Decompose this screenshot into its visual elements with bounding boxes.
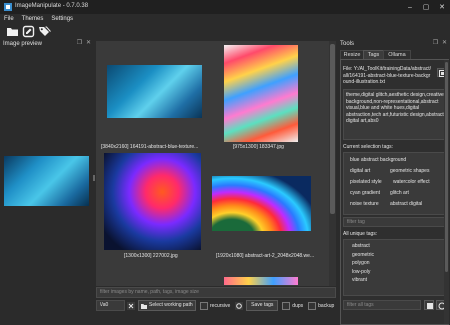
thumbnail-caption: [975x1300] 183347.jpg <box>233 144 284 150</box>
close-icon[interactable]: ✕ <box>85 40 92 47</box>
dups-label: dups <box>292 302 304 309</box>
tag-chip[interactable]: pixelated style <box>350 179 382 185</box>
all-tags-list[interactable]: abstract geometric polygon low-poly vibr… <box>343 239 448 296</box>
thumbnail-image[interactable] <box>107 65 202 118</box>
title-bar: ImageManipulate - 0.7.0.38 – ▢ ✕ <box>0 0 450 14</box>
thumbnail-image[interactable] <box>212 176 311 231</box>
select-working-path-button[interactable]: Select working path <box>138 300 196 311</box>
tag-chip[interactable]: geometric shapes <box>390 168 429 174</box>
tag-chip[interactable]: abstract digital <box>390 201 422 207</box>
save-tags-button[interactable]: Save tags <box>246 300 279 311</box>
panel-title: Image preview <box>3 41 43 47</box>
maximize-button[interactable]: ▢ <box>418 0 434 14</box>
close-button[interactable]: ✕ <box>434 0 450 14</box>
list-item[interactable]: vibrant <box>349 276 447 285</box>
folder-icon <box>141 303 147 309</box>
list-item[interactable]: low-poly <box>349 268 447 277</box>
tag-chip[interactable]: glitch art <box>390 190 409 196</box>
thumbnail-caption: [3840x2160] 164191-abstract-blue-texture… <box>101 144 199 150</box>
image-filter-input[interactable]: filter images by name, path, tags, image… <box>96 287 336 298</box>
menu-file[interactable]: File <box>4 16 14 22</box>
toolbar <box>0 23 450 40</box>
app-icon <box>4 3 12 11</box>
tag-chip[interactable]: blue abstract background <box>350 157 406 163</box>
file-path: File: Y:/AI_ToolKit/trainingData/abstrac… <box>343 66 432 85</box>
bottom-bar: \/a0 Select working path recursive Save … <box>96 300 336 311</box>
dups-checkbox[interactable] <box>282 301 291 310</box>
edit-icon[interactable] <box>22 25 35 38</box>
filter-all-tags-input[interactable]: filter all tags <box>343 300 421 310</box>
current-tags-label: Current selection tags: <box>343 144 394 150</box>
tag-chip[interactable]: noise texture <box>350 201 379 207</box>
minimize-button[interactable]: – <box>402 0 418 14</box>
float-icon[interactable]: ❐ <box>432 40 439 47</box>
thumbnail-image[interactable] <box>224 45 298 142</box>
menu-themes[interactable]: Themes <box>22 16 44 22</box>
float-icon[interactable]: ❐ <box>76 40 83 47</box>
add-icon <box>427 303 433 309</box>
filter-tag-input[interactable]: filter tag <box>343 217 448 227</box>
list-item[interactable]: geometric <box>349 251 447 260</box>
current-tags-list[interactable]: blue abstract background digital art geo… <box>343 152 448 215</box>
tag-chip[interactable]: watercolor effect <box>393 179 430 185</box>
path-field[interactable]: \/a0 <box>96 300 125 311</box>
tools-panel: Tools ❐ ✕ Resize Tags Ollama File: Y:/AI… <box>337 40 450 325</box>
image-gallery[interactable]: [3840x2160] 164191-abstract-blue-texture… <box>96 41 336 286</box>
tools-scrollbar[interactable] <box>444 60 449 324</box>
menu-settings[interactable]: Settings <box>51 16 73 22</box>
close-icon[interactable]: ✕ <box>441 40 448 47</box>
backup-label: backup <box>318 302 335 309</box>
splitter-handle[interactable] <box>93 175 95 181</box>
add-tag-button[interactable] <box>424 300 434 310</box>
refresh-icon[interactable] <box>235 301 244 310</box>
clear-path-icon[interactable] <box>127 301 135 310</box>
scrollbar-thumb[interactable] <box>330 44 335 214</box>
tags-tab-content: File: Y:/AI_ToolKit/trainingData/abstrac… <box>340 59 449 325</box>
tags-textarea[interactable]: theme,digital glitch,aesthetic design,cr… <box>343 89 448 140</box>
list-item[interactable]: abstract <box>349 242 447 251</box>
window-title: ImageManipulate - 0.7.0.38 <box>15 3 89 9</box>
all-tags-label: All unique tags: <box>343 231 378 237</box>
image-preview-panel: Image preview ❐ ✕ <box>0 40 93 325</box>
tags-icon[interactable] <box>38 25 51 38</box>
scrollbar-thumb[interactable] <box>445 62 448 272</box>
list-item[interactable]: polygon <box>349 259 447 268</box>
thumbnail-caption: [1300x1300] 227002.jpg <box>124 253 178 259</box>
preview-image <box>4 156 89 206</box>
panel-title: Tools <box>340 41 355 47</box>
recursive-checkbox[interactable] <box>200 301 208 310</box>
gallery-scrollbar[interactable] <box>329 41 336 286</box>
tag-chip[interactable]: digital art <box>350 168 370 174</box>
tag-chip[interactable]: cyan gradient <box>350 190 380 196</box>
recursive-label: recursive <box>210 302 231 309</box>
backup-checkbox[interactable] <box>308 301 317 310</box>
thumbnail-image[interactable] <box>224 277 298 285</box>
menu-bar: File Themes Settings <box>0 14 450 23</box>
folder-icon[interactable] <box>6 25 19 38</box>
thumbnail-image[interactable] <box>104 153 201 250</box>
thumbnail-caption: [1920x1080] abstract-art-2_2048x2048.we.… <box>216 253 315 259</box>
